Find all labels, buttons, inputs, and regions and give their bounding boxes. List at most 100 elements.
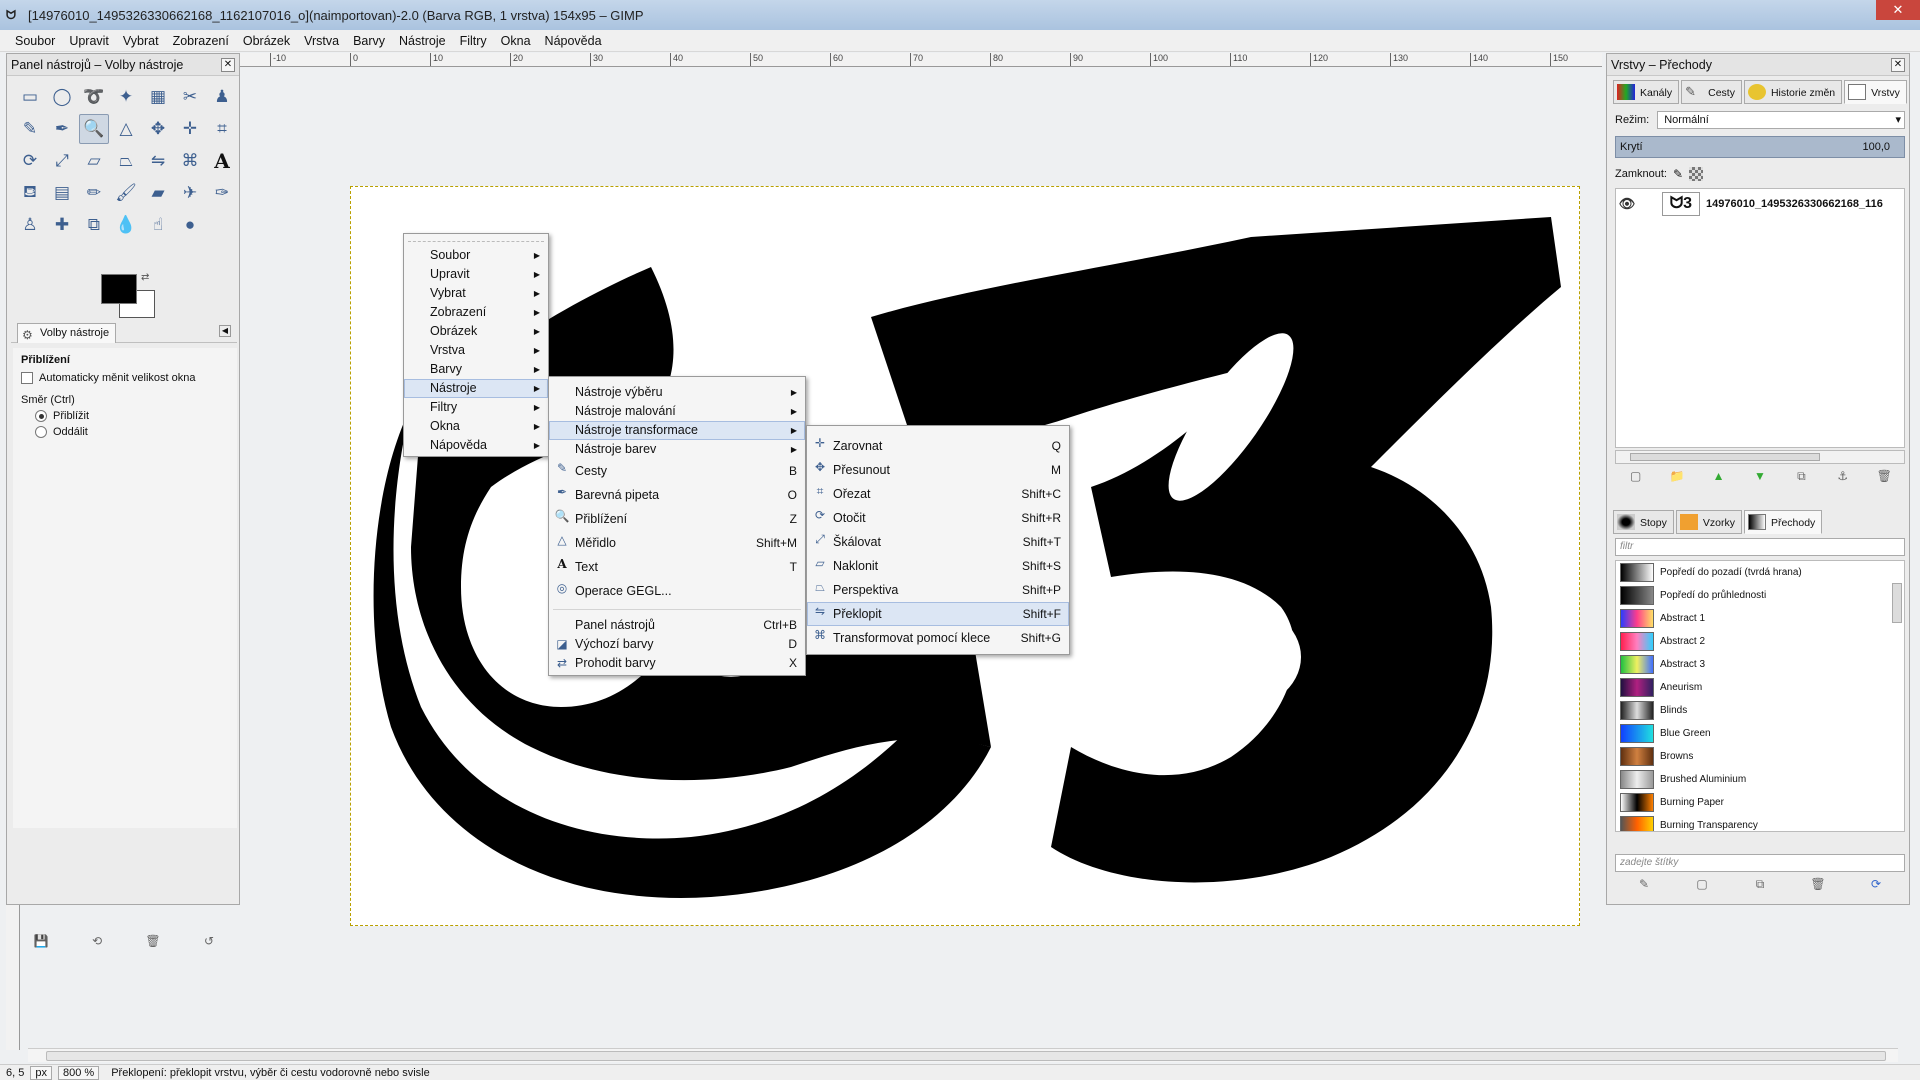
zoom-in-radio[interactable] [35, 410, 47, 422]
menu-zobrazeni[interactable]: Zobrazení [166, 30, 236, 52]
menu-vybrat[interactable]: Vybrat [116, 30, 166, 52]
gradient-item[interactable]: Brushed Aluminium [1616, 768, 1904, 791]
zoom-icon[interactable]: 🔍 [79, 114, 109, 144]
menu-soubor[interactable]: Soubor [8, 30, 62, 52]
ctx-obrazek[interactable]: Obrázek ▶ [404, 322, 548, 341]
tools-swap-colors[interactable]: ⇄ Prohodit barvy X [549, 654, 805, 673]
delete-layer-icon[interactable]: 🗑 [1876, 468, 1892, 484]
ctx-barvy[interactable]: Barvy ▶ [404, 360, 548, 379]
fg-bg-colors[interactable]: ⇄ [93, 272, 163, 324]
flip-icon[interactable]: ⇋ [143, 146, 173, 176]
gradient-item[interactable]: Burning Transparency [1616, 814, 1904, 831]
restore-options-icon[interactable]: ⟲ [89, 933, 105, 949]
lock-alpha-icon[interactable] [1689, 167, 1704, 181]
tools-toolbox[interactable]: Panel nástrojů Ctrl+B [549, 616, 805, 635]
scrollbar-thumb[interactable] [1630, 453, 1820, 461]
new-layer-icon[interactable]: ▢ [1628, 468, 1644, 484]
lower-layer-icon[interactable]: ▼ [1752, 468, 1768, 484]
layer-list-scrollbar[interactable] [1615, 450, 1905, 464]
tools-paths[interactable]: ✎ Cesty B [549, 459, 805, 483]
scrollbar-thumb[interactable] [46, 1051, 1886, 1061]
gradient-item[interactable]: Popředí do pozadí (tvrdá hrana) [1616, 561, 1904, 584]
ctx-soubor[interactable]: Soubor ▶ [404, 246, 548, 265]
pencil-icon[interactable]: ✏ [79, 178, 109, 208]
duplicate-gradient-icon[interactable]: ⧉ [1752, 876, 1768, 892]
new-gradient-icon[interactable]: ▢ [1694, 876, 1710, 892]
anchor-layer-icon[interactable]: ⚓ [1835, 468, 1851, 484]
tab-menu-arrow-icon[interactable]: ◀ [219, 325, 231, 337]
ctx-nastroje[interactable]: Nástroje ▶ [404, 379, 548, 398]
tab-patterns[interactable]: Vzorky [1675, 510, 1742, 534]
tools-selection[interactable]: Nástroje výběru ▶ [549, 383, 805, 402]
ctx-napoveda[interactable]: Nápověda ▶ [404, 436, 548, 455]
tab-brushes[interactable]: Stopy [1613, 510, 1674, 534]
ink-icon[interactable]: ✑ [207, 178, 237, 208]
tools-color[interactable]: Nástroje barev ▶ [549, 440, 805, 459]
save-options-icon[interactable]: 💾 [33, 933, 49, 949]
menu-upravit[interactable]: Upravit [62, 30, 116, 52]
ctx-zobrazeni[interactable]: Zobrazení ▶ [404, 303, 548, 322]
duplicate-layer-icon[interactable]: ⧉ [1793, 468, 1809, 484]
ellipse-select-icon[interactable]: ◯ [47, 82, 77, 112]
lock-pixels-icon[interactable]: ✎ [1673, 167, 1683, 181]
tools-transform[interactable]: Nástroje transformace ▶ [549, 421, 805, 440]
gradient-item[interactable]: Abstract 3 [1616, 653, 1904, 676]
menu-vrstva[interactable]: Vrstva [297, 30, 346, 52]
new-layer-group-icon[interactable]: 📁 [1669, 468, 1685, 484]
ctx-vrstva[interactable]: Vrstva ▶ [404, 341, 548, 360]
transform-cage[interactable]: ⌘ Transformovat pomocí klece Shift+G [807, 626, 1069, 650]
transform-crop[interactable]: ⌗ Ořezat Shift+C [807, 482, 1069, 506]
close-icon[interactable]: ✕ [1891, 58, 1905, 72]
delete-gradient-icon[interactable]: 🗑 [1810, 876, 1826, 892]
menu-barvy[interactable]: Barvy [346, 30, 392, 52]
gradient-scrollbar[interactable] [1892, 583, 1902, 623]
paintbrush-icon[interactable]: 🖌 [111, 178, 141, 208]
dodge-burn-icon[interactable]: ● [175, 210, 205, 240]
opacity-value[interactable]: 100,0 [1862, 137, 1890, 157]
tools-color-picker[interactable]: ✒ Barevná pipeta O [549, 483, 805, 507]
mode-select[interactable]: Normální [1657, 111, 1905, 129]
tearoff-line[interactable] [408, 236, 544, 242]
tools-text[interactable]: A Text T [549, 555, 805, 579]
transform-rotate[interactable]: ⟳ Otočit Shift+R [807, 506, 1069, 530]
tab-layers[interactable]: Vrstvy [1844, 80, 1907, 104]
tab-paths[interactable]: ✎ Cesty [1681, 80, 1742, 104]
swap-colors-icon[interactable]: ⇄ [141, 272, 149, 283]
gradient-item[interactable]: Aneurism [1616, 676, 1904, 699]
tab-undo-history[interactable]: Historie změn [1743, 80, 1843, 104]
shear-icon[interactable]: ▱ [79, 146, 109, 176]
menu-napoveda[interactable]: Nápověda [538, 30, 609, 52]
tab-channels[interactable]: Kanály [1613, 80, 1680, 104]
transform-perspective[interactable]: ⏢ Perspektiva Shift+P [807, 578, 1069, 602]
tab-tool-options[interactable]: ⚙ Volby nástroje [17, 323, 117, 343]
gradient-item[interactable]: Blue Green [1616, 722, 1904, 745]
rotate-icon[interactable]: ⟳ [15, 146, 45, 176]
edit-gradient-icon[interactable]: ✎ [1636, 876, 1652, 892]
select-by-color-icon[interactable]: ▦ [143, 82, 173, 112]
menu-filtry[interactable]: Filtry [453, 30, 494, 52]
reset-options-icon[interactable]: ↺ [201, 933, 217, 949]
crop-icon[interactable]: ⌗ [207, 114, 237, 144]
foreground-color-swatch[interactable] [101, 274, 137, 304]
blend-icon[interactable]: ▤ [47, 178, 77, 208]
ctx-filtry[interactable]: Filtry ▶ [404, 398, 548, 417]
gradient-item[interactable]: Browns [1616, 745, 1904, 768]
close-icon[interactable]: ✕ [221, 58, 235, 72]
transform-scale[interactable]: ⤢ Škálovat Shift+T [807, 530, 1069, 554]
eye-icon[interactable]: 👁 [1616, 196, 1638, 212]
gradient-item[interactable]: Abstract 1 [1616, 607, 1904, 630]
eraser-icon[interactable]: ▰ [143, 178, 173, 208]
tools-paint[interactable]: Nástroje malování ▶ [549, 402, 805, 421]
gradient-filter-input[interactable]: filtr [1615, 538, 1905, 556]
paths-icon[interactable]: ✎ [15, 114, 45, 144]
align-icon[interactable]: ✛ [175, 114, 205, 144]
menu-okna[interactable]: Okna [494, 30, 538, 52]
gradient-item[interactable]: Abstract 2 [1616, 630, 1904, 653]
bucket-fill-icon[interactable]: ⛾ [15, 178, 45, 208]
menu-obrazek[interactable]: Obrázek [236, 30, 297, 52]
layer-name[interactable]: 14976010_1495326330662168_116 [1706, 198, 1883, 210]
ctx-vybrat[interactable]: Vybrat ▶ [404, 284, 548, 303]
airbrush-icon[interactable]: ✈ [175, 178, 205, 208]
gradient-item[interactable]: Burning Paper [1616, 791, 1904, 814]
scissors-icon[interactable]: ✂ [175, 82, 205, 112]
